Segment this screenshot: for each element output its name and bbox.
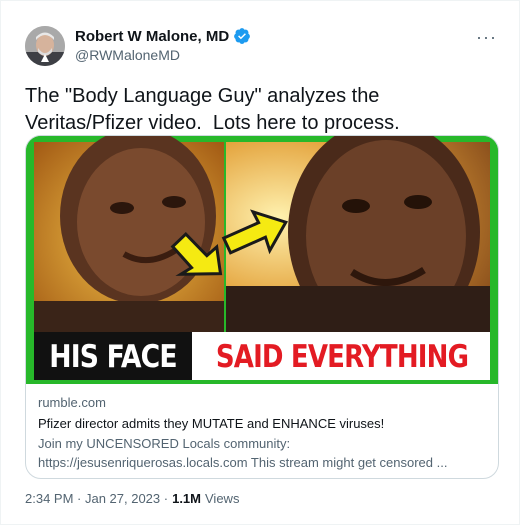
views-count[interactable]: 1.1M [172,491,201,506]
more-options-icon[interactable]: ··· [476,27,497,48]
avatar[interactable] [25,26,65,66]
card-description-line2: https://jesusenriquerosas.locals.com Thi… [38,455,448,470]
card-domain: rumble.com [38,395,106,410]
tweet-text: The "Body Language Guy" analyzes the Ver… [25,85,400,134]
card-description-line1: Join my UNCENSORED Locals community: [38,436,291,451]
tweet-footer: 2:34 PM · Jan 27, 2023 · 1.1M Views [25,491,239,506]
author-name[interactable]: Robert W Malone, MD [75,28,229,45]
headline-left: HIS FACE [49,339,177,375]
headline-right: SAID EVERYTHING [215,339,469,375]
timestamp[interactable]: 2:34 PM · Jan 27, 2023 · [25,491,168,506]
author-handle[interactable]: @RWMaloneMD [75,47,180,63]
views-label: Views [205,491,240,506]
tweet-card: Robert W Malone, MD @RWMaloneMD ··· The … [0,0,520,525]
video-thumbnail[interactable]: HIS FACE SAID EVERYTHING [26,136,498,384]
card-meta: rumble.com Pfizer director admits they M… [38,394,490,472]
author-name-row[interactable]: Robert W Malone, MD [75,27,251,45]
verified-badge-icon [233,27,251,45]
card-title[interactable]: Pfizer director admits they MUTATE and E… [38,414,490,433]
link-preview-card[interactable]: HIS FACE SAID EVERYTHING rumble.com Pfiz… [25,135,499,479]
